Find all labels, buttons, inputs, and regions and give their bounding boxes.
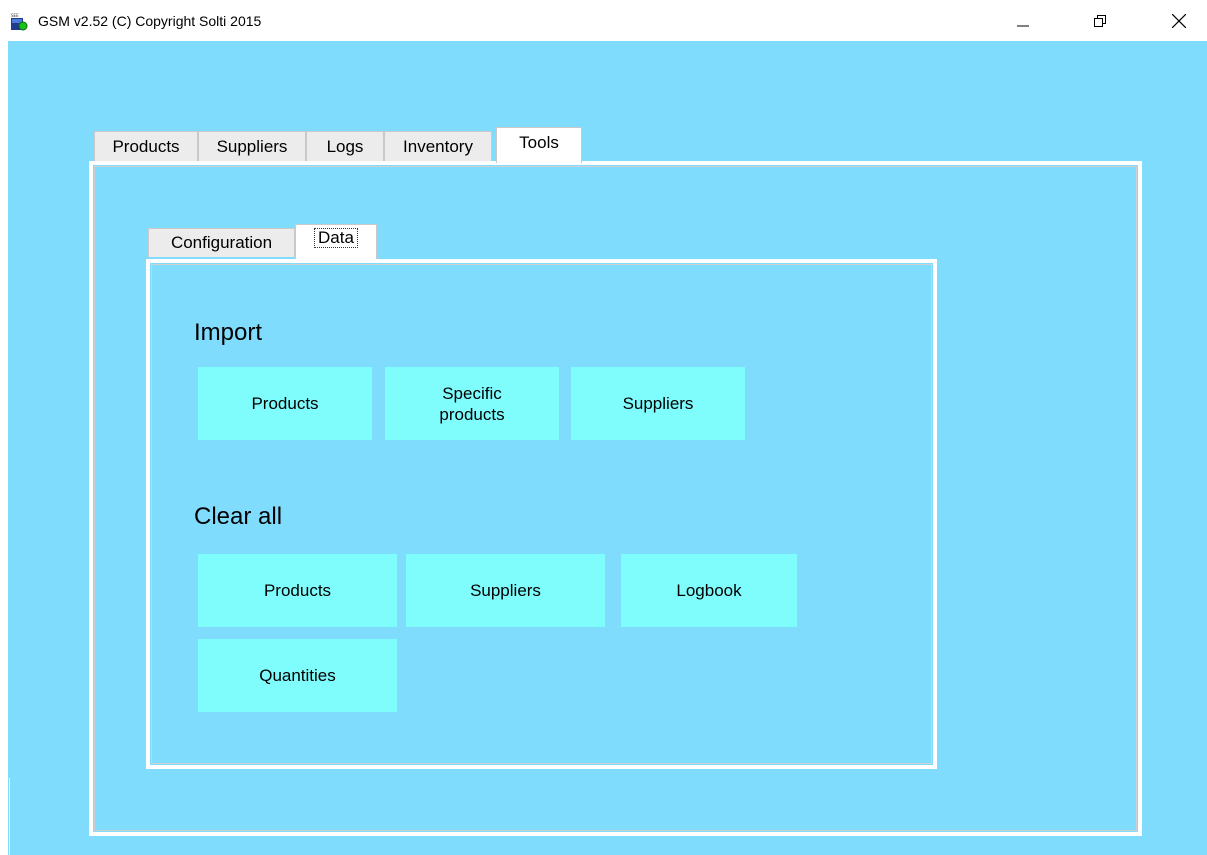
app-icon: SEE [11, 13, 28, 31]
clear-products-button[interactable]: Products [198, 554, 397, 627]
import-heading: Import [194, 319, 263, 346]
import-specific-products-label: Specific products [439, 383, 505, 424]
import-suppliers-label: Suppliers [622, 394, 694, 413]
restore-icon [1094, 14, 1106, 27]
tab-inventory[interactable]: Inventory [384, 131, 492, 161]
clear-all-heading: Clear all [194, 503, 283, 530]
tab-products[interactable]: Products [94, 131, 198, 161]
clear-quantities-label: Quantities [259, 666, 336, 685]
svg-text:SEE: SEE [11, 13, 19, 18]
tab-data[interactable]: Data [295, 224, 377, 259]
import-suppliers-button[interactable]: Suppliers [571, 367, 745, 440]
clear-logbook-button[interactable]: Logbook [621, 554, 797, 627]
close-icon [1172, 13, 1186, 28]
clear-quantities-button[interactable]: Quantities [198, 639, 397, 712]
tab-data-label: Data [314, 228, 358, 248]
import-products-button[interactable]: Products [198, 367, 372, 440]
minimize-icon [1017, 25, 1029, 26]
tab-suppliers[interactable]: Suppliers [198, 131, 306, 161]
minimize-button[interactable] [1000, 0, 1046, 41]
tab-logs[interactable]: Logs [306, 131, 384, 161]
tab-tools[interactable]: Tools [496, 127, 582, 163]
import-products-label: Products [251, 394, 319, 413]
restore-button[interactable] [1077, 0, 1123, 41]
tab-configuration[interactable]: Configuration [148, 228, 295, 257]
clear-products-label: Products [263, 581, 332, 600]
clear-suppliers-button[interactable]: Suppliers [406, 554, 605, 627]
import-specific-products-button[interactable]: Specific products [385, 367, 559, 440]
clear-logbook-label: Logbook [676, 581, 742, 600]
clear-suppliers-label: Suppliers [470, 581, 541, 600]
divider [9, 778, 10, 855]
title-bar: SEE GSM v2.52 (C) Copyright Solti 2015 [0, 0, 1207, 41]
close-button[interactable] [1156, 0, 1202, 41]
window-title: GSM v2.52 (C) Copyright Solti 2015 [38, 13, 262, 29]
